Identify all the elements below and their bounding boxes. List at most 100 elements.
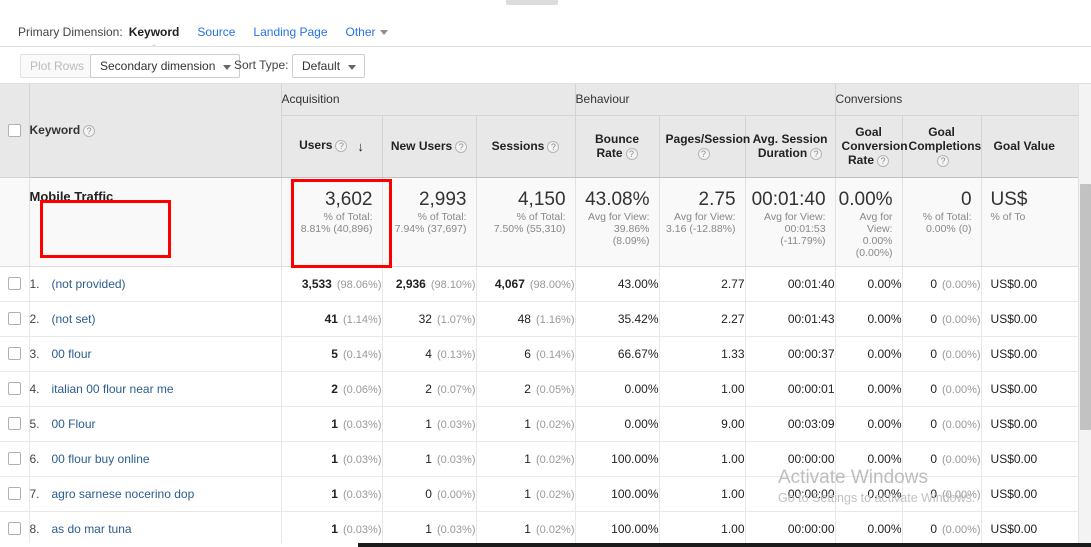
new-users-value: 1 [425, 521, 432, 536]
row-checkbox[interactable] [7, 277, 21, 290]
table-row[interactable]: 2. (not set) 41 (1.14%) 32 (1.07%) 48 (1.16%) 35… [0, 301, 1078, 337]
goal-rate-value: 0.00% [867, 311, 902, 326]
summary-checkbox-cell [0, 177, 30, 267]
vertical-scrollbar[interactable] [1078, 84, 1091, 547]
table-row[interactable]: 8. as do mar tuna 1 (0.03%) 1 (0.03%) 1 (0.02%)… [0, 511, 1078, 547]
keyword-column-header[interactable]: Keyword? [29, 84, 282, 178]
cell-bounce-rate: 35.42% [575, 301, 660, 337]
scrollbar-thumb[interactable] [1080, 184, 1091, 430]
users-percent: (0.03%) [342, 523, 382, 536]
help-icon[interactable]: ? [810, 147, 823, 160]
row-checkbox[interactable] [7, 417, 21, 430]
column-header-goal-completions[interactable]: Goal Completions? [902, 115, 982, 178]
table-row[interactable]: 3. 00 flour 5 (0.14%) 4 (0.13%) 6 (0.14%) 66.67%… [0, 336, 1078, 372]
goal-value-value: US$0.00 [990, 486, 1038, 501]
keyword-link[interactable]: (not provided) [52, 277, 126, 291]
help-icon[interactable]: ? [455, 140, 468, 153]
row-checkbox[interactable] [7, 347, 21, 360]
keyword-link[interactable]: 00 flour buy online [52, 452, 150, 466]
column-header-sessions[interactable]: Sessions? [476, 115, 576, 178]
table-row[interactable]: 4. italian 00 flour near me 2 (0.06%) 2 (0.07… [0, 371, 1078, 407]
summary-new-users-sub-2: 7.94% (37,697) [394, 222, 467, 235]
table-row[interactable]: 7. agro sarnese nocerino dop 1 (0.03%) 0 (0.0… [0, 476, 1078, 512]
table-row[interactable]: 5. 00 Flour 1 (0.03%) 1 (0.03%) 1 (0.02%) 0.00% 9… [0, 406, 1078, 442]
column-header-goal-value[interactable]: Goal Value [981, 115, 1078, 178]
table-row[interactable]: 1. (not provided) 3,533 (98.06%) 2,936 (98.10… [0, 266, 1078, 302]
column-header-goal-conversion-rate[interactable]: Goal Conversion Rate? [835, 115, 908, 178]
secondary-dimension-button[interactable]: Secondary dimension [90, 54, 241, 78]
users-value: 2 [331, 381, 338, 396]
users-percent: (0.14%) [342, 348, 382, 361]
pages-session-value: 9.00 [721, 416, 745, 431]
bounce-rate-value: 43.00% [617, 276, 659, 291]
row-checkbox[interactable] [7, 522, 21, 535]
keyword-link[interactable]: as do mar tuna [52, 522, 132, 536]
keyword-link[interactable]: agro sarnese nocerino dop [52, 487, 195, 501]
cell-goal-rate: 0.00% [835, 301, 903, 337]
summary-avg-duration-sub-1: Avg for View: [764, 210, 826, 223]
keyword-cell: 1. (not provided) [29, 266, 282, 302]
column-header-pages-session[interactable]: Pages/Session? [659, 115, 750, 178]
column-header-bounce-rate[interactable]: Bounce Rate? [575, 115, 660, 178]
row-checkbox[interactable] [7, 487, 21, 500]
row-checkbox[interactable] [7, 382, 21, 395]
column-header-new-users[interactable]: New Users? [382, 115, 477, 178]
row-checkbox-cell [0, 476, 30, 512]
primary-dimension-other-label: Other [345, 25, 376, 39]
primary-dimension-other[interactable]: Other [346, 25, 388, 39]
cell-avg-duration: 00:01:43 [745, 301, 836, 337]
help-icon[interactable]: ? [83, 125, 96, 138]
select-all-checkbox[interactable] [7, 123, 21, 137]
help-icon[interactable]: ? [697, 147, 710, 160]
column-header-avg-session-duration[interactable]: Avg. Session Duration? [745, 115, 836, 178]
cell-new-users: 2 (0.07%) [382, 371, 477, 407]
users-percent: (1.14%) [342, 313, 382, 326]
row-checkbox-cell [0, 441, 30, 477]
keyword-link[interactable]: 00 flour [52, 347, 92, 361]
users-value: 5 [331, 346, 338, 361]
cell-sessions: 1 (0.02%) [476, 476, 576, 512]
keyword-link[interactable]: (not set) [52, 312, 96, 326]
summary-avg-duration-sub-2: 00:01:53 [784, 222, 826, 235]
help-icon[interactable]: ? [625, 147, 638, 160]
keyword-link[interactable]: italian 00 flour near me [52, 382, 174, 396]
row-checkbox[interactable] [7, 452, 21, 465]
row-checkbox-cell [0, 301, 30, 337]
help-icon[interactable]: ? [877, 154, 890, 167]
keyword-link[interactable]: 00 Flour [52, 417, 96, 431]
table-row[interactable]: 6. 00 flour buy online 1 (0.03%) 1 (0.03%) 1 (0… [0, 441, 1078, 477]
help-icon[interactable]: ? [335, 140, 348, 153]
summary-cell-users: 3,602 % of Total: 8.81% (40,896) [281, 177, 383, 267]
new-users-percent: (0.00%) [436, 488, 476, 501]
goal-completions-percent: (0.00%) [942, 453, 981, 466]
primary-dimension-keyword[interactable]: Keyword [129, 25, 180, 39]
cell-pages-session: 1.00 [659, 371, 746, 407]
sort-type-select[interactable]: Default [292, 54, 366, 78]
summary-cell-new-users: 2,993 % of Total: 7.94% (37,697) [382, 177, 477, 267]
column-header-users[interactable]: Users? ↓ [281, 115, 383, 178]
sessions-percent: (0.02%) [535, 523, 575, 536]
row-checkbox[interactable] [7, 312, 21, 325]
summary-cell-avg-duration: 00:01:40 Avg for View: 00:01:53 (-11.79%… [745, 177, 836, 267]
chevron-down-icon [348, 65, 357, 70]
users-value: 41 [324, 311, 338, 326]
keyword-report-table: Keyword? Acquisition Behaviour Conversio… [0, 84, 1078, 547]
goal-value-header-label: Goal Value [993, 139, 1055, 153]
goal-completions-percent: (0.00%) [942, 418, 981, 431]
summary-cell-goal-value: US$ % of To [981, 177, 1078, 267]
cell-pages-session: 9.00 [659, 406, 746, 442]
help-icon[interactable]: ? [547, 140, 560, 153]
help-icon[interactable]: ? [937, 154, 950, 167]
goal-rate-value: 0.00% [867, 416, 902, 431]
avg-duration-value: 00:01:40 [787, 276, 835, 291]
plot-rows-button[interactable]: Plot Rows [20, 54, 95, 78]
chevron-down-icon [223, 65, 232, 70]
sort-type-label: Sort Type: [234, 58, 289, 72]
summary-bounce-rate-sub-2: 39.86% [613, 222, 650, 235]
summary-goal-completions-sub-1: % of Total: [922, 210, 972, 223]
table-body: Mobile Traffic 3,602 % of Total: 8.81% (… [0, 177, 1078, 547]
sessions-value: 48 [517, 311, 531, 326]
primary-dimension-source[interactable]: Source [197, 25, 235, 39]
row-checkbox-cell [0, 371, 30, 407]
primary-dimension-landing-page[interactable]: Landing Page [253, 25, 327, 39]
